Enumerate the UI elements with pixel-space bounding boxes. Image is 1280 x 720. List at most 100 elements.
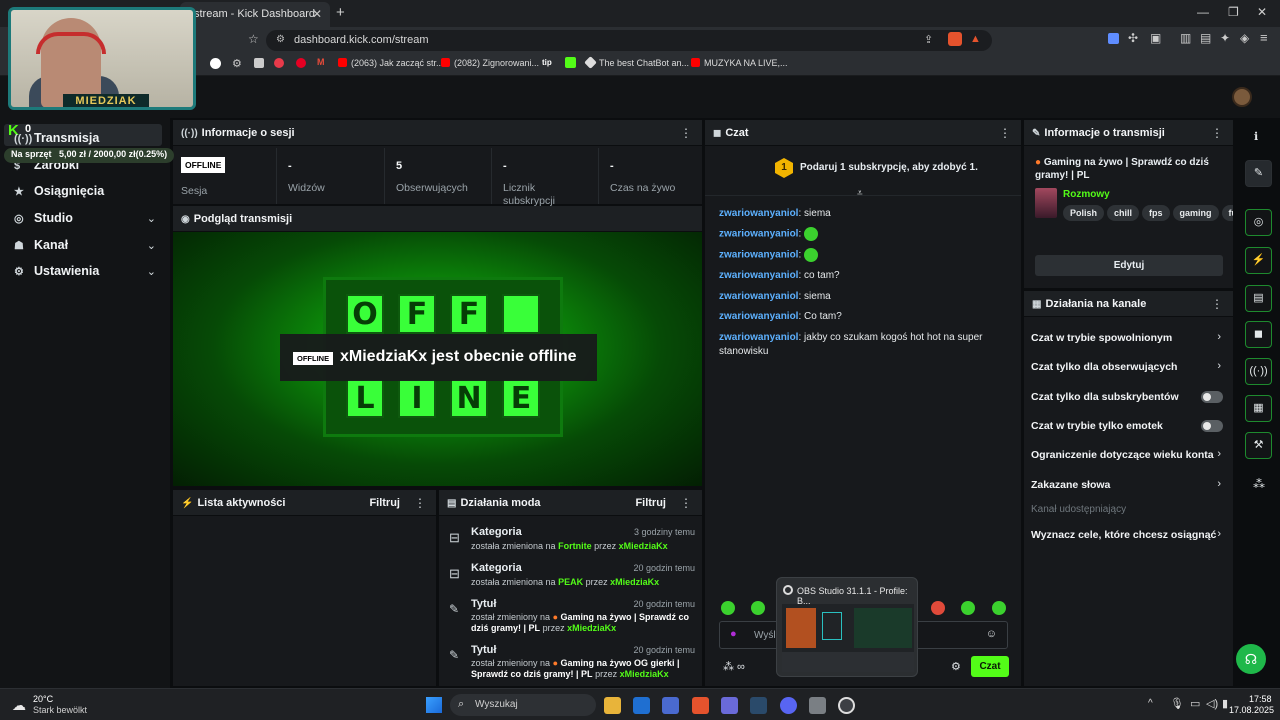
brave-shield-icon[interactable]: [948, 32, 962, 46]
bookmark-icon[interactable]: ☆: [248, 32, 259, 46]
battery-icon[interactable]: ▮: [1222, 697, 1228, 710]
teams-icon[interactable]: [721, 697, 738, 714]
brave-icon[interactable]: [692, 697, 709, 714]
extension-icon[interactable]: [1108, 33, 1119, 44]
pin-collapse-icon[interactable]: ⩡: [857, 188, 863, 199]
category-link[interactable]: Rozmowy: [1063, 189, 1110, 200]
bookmark-heart-icon[interactable]: [274, 58, 284, 68]
subscribers-only-toggle[interactable]: [1201, 391, 1223, 403]
emoji-icon[interactable]: ☺: [986, 628, 997, 640]
more-options-icon[interactable]: ⋮: [414, 496, 426, 510]
edit-button[interactable]: Edytuj: [1035, 255, 1223, 276]
rewards-icon[interactable]: ▲: [970, 33, 981, 45]
windows-start-icon[interactable]: [426, 697, 442, 713]
obs-taskbar-icon[interactable]: [838, 697, 855, 714]
network-icon[interactable]: ▭: [1190, 697, 1200, 710]
chevron-down-icon[interactable]: ⌄: [147, 239, 156, 252]
send-chat-button[interactable]: Czat: [971, 656, 1009, 677]
chevron-down-icon[interactable]: ⌄: [147, 212, 156, 225]
taskbar-search[interactable]: ⌕ Wyszukaj: [450, 694, 596, 716]
chevron-right-icon[interactable]: ›: [1217, 478, 1221, 490]
sidebar-toggle-icon[interactable]: ▥: [1180, 31, 1191, 45]
avatar[interactable]: [1232, 87, 1252, 107]
emote-icon[interactable]: [931, 601, 945, 615]
address-bar[interactable]: ⚙ dashboard.kick.com/stream ⇪ ▲: [266, 30, 992, 51]
bookmark-page-icon[interactable]: [254, 58, 264, 68]
document-icon[interactable]: ▤: [1245, 285, 1272, 312]
emote-icon[interactable]: [961, 601, 975, 615]
weather-cloud-icon[interactable]: ☁: [12, 697, 26, 714]
file-explorer-icon[interactable]: [604, 697, 621, 714]
apps-icon[interactable]: ⁂: [1253, 477, 1265, 491]
close-tab-icon[interactable]: ✕: [312, 7, 322, 21]
more-options-icon[interactable]: ⋮: [680, 496, 692, 510]
support-icon[interactable]: ☊: [1236, 644, 1266, 674]
emote-icon[interactable]: [992, 601, 1006, 615]
share-icon[interactable]: ⇪: [924, 33, 933, 46]
category-thumbnail[interactable]: [1035, 188, 1057, 218]
more-options-icon[interactable]: ⋮: [999, 126, 1011, 140]
tray-chevron-icon[interactable]: ^: [1148, 698, 1153, 709]
sidebar-item-ustawienia[interactable]: ⚙ Ustawienia: [14, 264, 99, 278]
filter-button[interactable]: Filtruj: [635, 497, 666, 509]
site-info-icon[interactable]: ⚙: [276, 34, 285, 45]
points-icon[interactable]: ⁂ ∞: [723, 660, 745, 673]
sidebar-item-transmisja[interactable]: ((·)) Transmisja: [14, 131, 99, 145]
save-app-icon[interactable]: [662, 697, 679, 714]
pencil-icon[interactable]: ✎: [1245, 160, 1272, 187]
layout-icon[interactable]: ▦: [1245, 395, 1272, 422]
bookmark-tip-icon[interactable]: tip: [542, 58, 552, 67]
wrench-icon[interactable]: ⚒: [1245, 432, 1272, 459]
chevron-right-icon[interactable]: ›: [1217, 360, 1221, 372]
sidebar-item-osiagniecia[interactable]: ★ Osiągnięcia: [14, 184, 104, 198]
vpn-icon[interactable]: ◈: [1240, 31, 1249, 45]
bookmark-gmail-icon[interactable]: M: [317, 57, 325, 67]
microphone-icon[interactable]: ●: [730, 628, 737, 640]
filter-button[interactable]: Filtruj: [369, 497, 400, 509]
goals-item[interactable]: Wyznacz cele, które chcesz osiągnąć: [1031, 529, 1216, 541]
chevron-down-icon[interactable]: ⌄: [147, 265, 156, 278]
bookmark-pinterest-icon[interactable]: [296, 58, 306, 68]
discord-icon[interactable]: [780, 697, 797, 714]
more-options-icon[interactable]: ⋮: [680, 126, 692, 140]
slow-mode-item[interactable]: Czat w trybie spowolnionym: [1031, 332, 1172, 344]
chat-icon[interactable]: ◼: [1245, 321, 1272, 348]
browser-tab[interactable]: stream - Kick Dashboard ✕: [180, 2, 330, 27]
maximize-icon[interactable]: ❐: [1228, 5, 1239, 19]
sidebar-item-studio[interactable]: ◎ Studio: [14, 211, 73, 225]
chevron-right-icon[interactable]: ›: [1217, 528, 1221, 540]
leo-icon[interactable]: ✦: [1220, 31, 1230, 45]
chat-settings-gear-icon[interactable]: ⚙: [951, 660, 961, 673]
bookmark-link-2[interactable]: (2082) Zignorowani...: [441, 58, 539, 68]
volume-icon[interactable]: ◁): [1206, 697, 1218, 710]
chevron-right-icon[interactable]: ›: [1217, 448, 1221, 460]
bookmark-link-3[interactable]: The best ChatBot an...: [584, 56, 689, 69]
bookmark-github-icon[interactable]: [210, 58, 221, 69]
emote-icon[interactable]: [721, 601, 735, 615]
more-options-icon[interactable]: ⋮: [1211, 297, 1223, 311]
followers-only-item[interactable]: Czat tylko dla obserwujących: [1031, 361, 1177, 373]
chevron-right-icon[interactable]: ›: [1217, 331, 1221, 343]
minimize-icon[interactable]: —: [1197, 5, 1209, 19]
broadcast-icon[interactable]: ◎: [1245, 209, 1272, 236]
emote-icon[interactable]: [751, 601, 765, 615]
wallet-icon[interactable]: ▤: [1200, 31, 1211, 45]
app-icon[interactable]: [809, 697, 826, 714]
menu-icon[interactable]: ≡: [1260, 30, 1268, 45]
puzzle-icon[interactable]: ✣: [1128, 31, 1138, 45]
bookmark-link-1[interactable]: (2063) Jak zacząć str...: [338, 58, 444, 68]
sidebar-item-kanal[interactable]: ☗ Kanał: [14, 238, 68, 252]
new-tab-icon[interactable]: +: [336, 4, 345, 21]
tab-search-icon[interactable]: ▣: [1150, 31, 1161, 45]
bookmark-link-4[interactable]: MUZYKA NA LIVE,...: [691, 58, 788, 68]
obs-preview-popup[interactable]: OBS Studio 31.1.1 - Profile: B...: [776, 577, 918, 677]
more-options-icon[interactable]: ⋮: [1211, 126, 1223, 140]
stream-preview[interactable]: O F F L I N E OFFLINE xMiedziaKx jest ob…: [173, 232, 702, 486]
info-icon[interactable]: ℹ: [1254, 130, 1258, 143]
account-age-item[interactable]: Ograniczenie dotyczące wieku konta: [1031, 449, 1214, 461]
lightning-icon[interactable]: ⚡: [1245, 247, 1272, 274]
banned-words-item[interactable]: Zakazane słowa: [1031, 479, 1110, 491]
bookmark-gear-icon[interactable]: ⚙: [232, 57, 242, 70]
close-window-icon[interactable]: ✕: [1257, 5, 1267, 19]
microphone-icon[interactable]: 🎙: [1170, 697, 1184, 710]
